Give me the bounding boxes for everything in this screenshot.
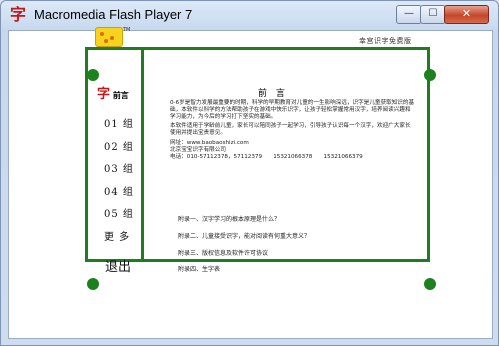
menu-item-group-05[interactable]: 05 组: [104, 205, 134, 220]
article-body: 0-6岁是智力发展最重要的时期，科学的早期教育对儿童的一生影响深远，识字是儿童获…: [170, 100, 416, 160]
website-text: 网址：www.baobaoshizi.com: [170, 139, 249, 146]
appendix-link-3[interactable]: 附录三、版权信息及软件许可协议: [178, 248, 268, 257]
appendix-link-1[interactable]: 附录一、汉字学习的根本原理是什么？: [178, 214, 280, 223]
menu-item-group-03[interactable]: 03 组: [104, 160, 134, 175]
trademark-mark: TM: [123, 27, 131, 33]
maximize-button[interactable]: ☐: [420, 5, 446, 24]
article-paragraph: 本软件适用于学龄前儿童，家长可以陪同孩子一起学习，引导孩子认识每一个汉字，欢迎广…: [170, 123, 411, 137]
menu-item-more[interactable]: 更 多: [104, 228, 130, 243]
appendix-link-2[interactable]: 附录二、儿童接受识字，能对阅读有何重大意义？: [178, 231, 310, 240]
corner-dot-bottom-right: [424, 278, 436, 290]
flash-app-icon: 字: [9, 5, 26, 24]
zi-icon: 字: [97, 87, 111, 102]
minimize-button[interactable]: —: [396, 5, 422, 24]
cheese-logo-icon: [95, 27, 123, 47]
corner-dot-top-right: [424, 69, 436, 81]
menu-heading[interactable]: 字 前言: [97, 83, 129, 102]
article-paragraph: 0-6岁是智力发展最重要的时期，科学的早期教育对儿童的一生影响深远，识字是儿童获…: [170, 100, 415, 120]
company-text: 北京宝宝识字有限公司: [170, 146, 226, 153]
menu-item-group-02[interactable]: 02 组: [104, 138, 134, 153]
window-title: Macromedia Flash Player 7: [34, 7, 193, 22]
corner-dot-top-left: [87, 69, 99, 81]
appendix-link-4[interactable]: 附录四、生字表: [178, 264, 220, 273]
edition-label: 幸宫识字免费版: [359, 37, 412, 45]
article-title: 前 言: [258, 89, 288, 99]
menu-divider: [141, 47, 144, 262]
exit-button[interactable]: 退出: [105, 256, 131, 275]
title-bar[interactable]: 字 Macromedia Flash Player 7 — ☐ ✕: [1, 1, 498, 29]
phone-text: 电话：010-57112378，57112379 15321066378 153…: [170, 153, 363, 160]
close-button[interactable]: ✕: [444, 5, 489, 24]
menu-heading-label: 前言: [112, 91, 129, 100]
corner-dot-bottom-left: [87, 278, 99, 290]
menu-item-group-01[interactable]: 01 组: [104, 115, 134, 130]
menu-item-group-04[interactable]: 04 组: [104, 183, 134, 198]
